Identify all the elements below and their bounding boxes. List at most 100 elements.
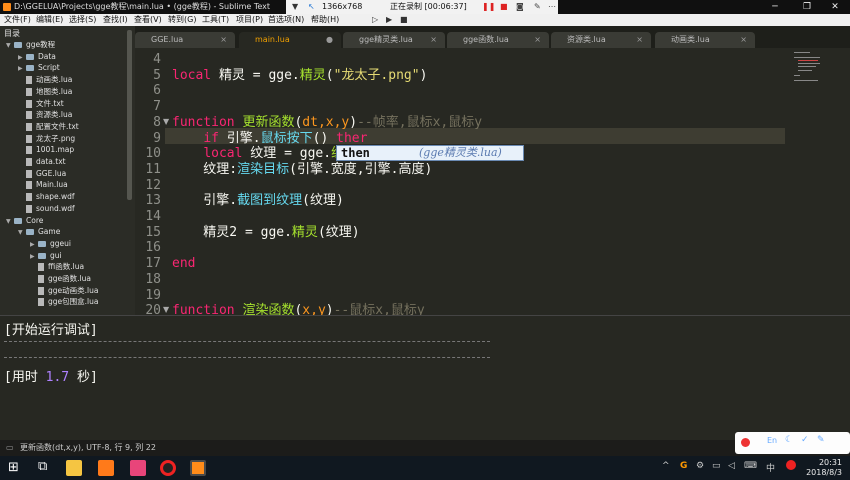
recorder-app-icon[interactable]	[160, 460, 176, 476]
cursor-icon[interactable]: ↖	[308, 0, 315, 14]
sidebar-file[interactable]: Main.lua	[18, 179, 68, 190]
close-icon[interactable]: ×	[430, 32, 437, 48]
sidebar-folder[interactable]: ▶ Script	[18, 62, 60, 73]
stop-icon[interactable]: ■	[500, 0, 508, 14]
dropdown-icon[interactable]: ▼	[292, 0, 298, 14]
sidebar-file[interactable]: 龙太子.png	[18, 133, 75, 144]
menu-help[interactable]: 帮助(H)	[311, 14, 339, 26]
fold-arrow-icon[interactable]: ▼	[163, 117, 169, 126]
sidebar-file[interactable]: data.txt	[18, 156, 66, 167]
editor-scrollbar[interactable]	[838, 48, 848, 315]
sidebar-file[interactable]: gge函数.lua	[30, 273, 91, 284]
close-icon[interactable]: ×	[220, 32, 227, 48]
tab-gge-func-lua[interactable]: gge函数.lua ×	[447, 32, 549, 48]
stop-debug-icon[interactable]: ■	[400, 14, 408, 26]
settings-icon[interactable]: ✎	[817, 435, 825, 445]
close-icon[interactable]: ×	[534, 32, 541, 48]
disclosure-arrow-icon[interactable]: ▶	[18, 52, 26, 63]
code-line[interactable]: function 更新函数(dt,x,y)--帧率,鼠标x,鼠标y	[172, 115, 482, 131]
menu-find[interactable]: 查找(I)	[103, 14, 128, 26]
close-icon[interactable]: ×	[740, 32, 747, 48]
panel-toggle-icon[interactable]: ▭	[6, 440, 14, 456]
tray-volume-icon[interactable]: ◁	[728, 461, 735, 471]
fold-arrow-icon[interactable]: ▼	[163, 305, 169, 314]
task-view-icon[interactable]: ⧉	[38, 459, 47, 474]
tray-ime-icon[interactable]: 中	[766, 461, 775, 474]
tab-gge-lua[interactable]: GGE.lua ×	[135, 32, 235, 48]
moon-icon[interactable]: ☾	[785, 435, 793, 445]
code-line[interactable]: local 纹理 = gge.纹	[172, 146, 344, 162]
sidebar-file[interactable]: GGE.lua	[18, 168, 66, 179]
menu-tools[interactable]: 工具(T)	[202, 14, 229, 26]
tab-animation-lua[interactable]: 动画类.lua ×	[655, 32, 755, 48]
sidebar-scrollbar[interactable]	[127, 30, 132, 200]
sidebar-file[interactable]: sound.wdf	[18, 203, 75, 214]
pen-icon[interactable]: ✎	[534, 0, 541, 14]
message-app-icon[interactable]	[130, 460, 146, 476]
sidebar-file[interactable]: ffi函数.lua	[30, 261, 84, 272]
taskbar-clock[interactable]: 20:31 2018/8/3	[806, 458, 842, 478]
code-line[interactable]: local 精灵 = gge.精灵("龙太子.png")	[172, 68, 427, 84]
mic-icon[interactable]: ✓	[801, 435, 809, 445]
sidebar-folder[interactable]: ▼ Core	[6, 215, 43, 226]
menu-goto[interactable]: 转到(G)	[168, 14, 196, 26]
menu-file[interactable]: 文件(F)	[4, 14, 31, 26]
sidebar-file[interactable]: shape.wdf	[18, 191, 75, 202]
code-line[interactable]: 引擎.截图到纹理(纹理)	[172, 193, 344, 209]
sidebar-file[interactable]: 动画类.lua	[18, 74, 72, 85]
disclosure-arrow-icon[interactable]: ▼	[6, 40, 14, 51]
tray-app-icon[interactable]: ⚙	[696, 461, 704, 471]
sidebar-file[interactable]: 配置文件.txt	[18, 121, 79, 132]
code-line[interactable]: 纹理:渲染目标(引擎.宽度,引擎.高度)	[172, 162, 432, 178]
menu-select[interactable]: 选择(S)	[69, 14, 96, 26]
tab-resource-lua[interactable]: 资源类.lua ×	[551, 32, 651, 48]
menu-preferences[interactable]: 首选项(N)	[268, 14, 304, 26]
sidebar-file[interactable]: gge包围盒.lua	[30, 296, 98, 307]
sidebar-file[interactable]: 地图类.lua	[18, 86, 72, 97]
disclosure-arrow-icon[interactable]: ▶	[30, 251, 38, 262]
tab-main-lua[interactable]: main.lua ●	[239, 32, 341, 48]
camera-icon[interactable]: ◙	[516, 0, 524, 14]
sidebar-folder[interactable]: ▼ gge教程	[6, 39, 55, 50]
sublime-taskbar-icon[interactable]	[190, 460, 206, 476]
autocomplete-word[interactable]: then	[341, 146, 370, 160]
autocomplete-popup[interactable]: then (gge精灵类.lua)	[336, 145, 524, 161]
disclosure-arrow-icon[interactable]: ▶	[18, 63, 26, 74]
tray-g-icon[interactable]: G	[680, 461, 687, 471]
step-icon[interactable]: ▶	[386, 14, 392, 26]
language-icon[interactable]: En	[767, 436, 777, 445]
windows-start-icon[interactable]: ⊞	[8, 460, 19, 475]
sidebar-file[interactable]: gge动画类.lua	[30, 285, 98, 296]
disclosure-arrow-icon[interactable]: ▶	[30, 239, 38, 250]
close-icon[interactable]: ×	[636, 32, 643, 48]
maximize-button[interactable]: ❐	[792, 0, 822, 14]
tray-network-icon[interactable]: ▭	[712, 461, 721, 471]
chat-app-icon[interactable]	[98, 460, 114, 476]
play-icon[interactable]: ▷	[372, 14, 378, 26]
sidebar-file[interactable]: 资源类.lua	[18, 109, 72, 120]
menu-view[interactable]: 查看(V)	[134, 14, 162, 26]
menu-edit[interactable]: 编辑(E)	[36, 14, 63, 26]
disclosure-arrow-icon[interactable]: ▼	[18, 227, 26, 238]
tray-keyboard-icon[interactable]: ⌨	[744, 461, 757, 471]
sidebar-file[interactable]: 1001.map	[18, 144, 74, 155]
pause-icon[interactable]: ❚❚	[482, 0, 495, 14]
minimize-button[interactable]: ─	[760, 0, 790, 14]
tab-gge-sprite-lua[interactable]: gge精灵类.lua ×	[343, 32, 445, 48]
code-line[interactable]: 精灵2 = gge.精灵(纹理)	[172, 225, 359, 241]
sidebar-folder[interactable]: ▶ Data	[18, 51, 56, 62]
record-dot-icon[interactable]	[741, 438, 750, 447]
sidebar-folder[interactable]: ▼ Game	[18, 226, 60, 237]
code-line[interactable]: end	[172, 256, 195, 272]
close-button[interactable]: ✕	[820, 0, 850, 14]
sidebar-folder[interactable]: ▶ gui	[30, 250, 62, 261]
sidebar-file[interactable]: 文件.txt	[18, 98, 64, 109]
tray-expand-icon[interactable]: ^	[662, 461, 670, 471]
sidebar-folder[interactable]: ▶ ggeui	[30, 238, 71, 249]
minimap[interactable]	[790, 48, 835, 98]
tray-antivirus-icon[interactable]	[786, 460, 796, 470]
more-icon[interactable]: ⋯	[548, 0, 556, 14]
menu-project[interactable]: 项目(P)	[236, 14, 263, 26]
disclosure-arrow-icon[interactable]: ▼	[6, 216, 14, 227]
file-explorer-icon[interactable]	[66, 460, 82, 476]
